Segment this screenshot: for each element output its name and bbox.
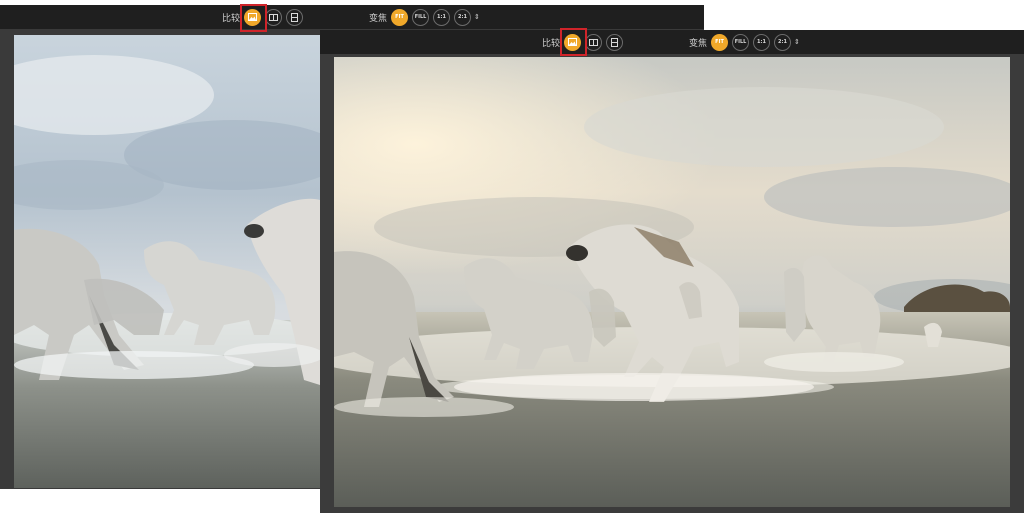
back-toolbar: 比较 变焦 FIT FILL 1:1 2:1 ⇕: [0, 5, 704, 29]
front-window: 比较 变焦 FIT FILL 1:1 2:1 ⇕: [320, 30, 1024, 513]
front-zoom-fit-button[interactable]: FIT: [711, 33, 729, 51]
front-zoom-stepper-icon[interactable]: ⇕: [794, 38, 800, 46]
front-compare-highlight: [560, 28, 587, 56]
horses-photo-fit: [334, 57, 1010, 507]
back-zoom-label: 变焦: [369, 13, 388, 24]
back-compare-highlight: [240, 4, 267, 32]
front-zoom-group: 变焦 FIT FILL 1:1 2:1 ⇕: [689, 30, 800, 54]
front-zoom-2to1-button[interactable]: 2:1: [774, 33, 792, 51]
front-toolbar: 比较 变焦 FIT FILL 1:1 2:1 ⇕: [320, 30, 1024, 54]
back-zoom-fill-button[interactable]: FILL: [412, 8, 430, 26]
front-photo: [334, 57, 1010, 507]
back-photo: [14, 35, 320, 488]
horses-photo-cropped: [14, 35, 320, 488]
front-zoom-label: 变焦: [689, 38, 708, 49]
back-zoom-fit-button[interactable]: FIT: [391, 8, 409, 26]
front-compare-side-by-side-button[interactable]: [585, 33, 603, 51]
front-zoom-fill-button[interactable]: FILL: [732, 33, 750, 51]
back-zoom-2to1-button[interactable]: 2:1: [454, 8, 472, 26]
side-by-side-icon: [589, 38, 599, 46]
split-view-icon: [611, 37, 619, 47]
back-compare-side-by-side-button[interactable]: [265, 8, 283, 26]
back-compare-label: 比较: [222, 13, 241, 24]
back-zoom-1to1-button[interactable]: 1:1: [433, 8, 451, 26]
back-zoom-group: 变焦 FIT FILL 1:1 2:1 ⇕: [369, 5, 480, 29]
split-view-icon: [291, 12, 299, 22]
front-compare-label: 比较: [542, 38, 561, 49]
back-zoom-stepper-icon[interactable]: ⇕: [474, 13, 480, 21]
front-zoom-1to1-button[interactable]: 1:1: [753, 33, 771, 51]
back-compare-split-button[interactable]: [286, 8, 304, 26]
side-by-side-icon: [269, 13, 279, 21]
front-compare-split-button[interactable]: [606, 33, 624, 51]
